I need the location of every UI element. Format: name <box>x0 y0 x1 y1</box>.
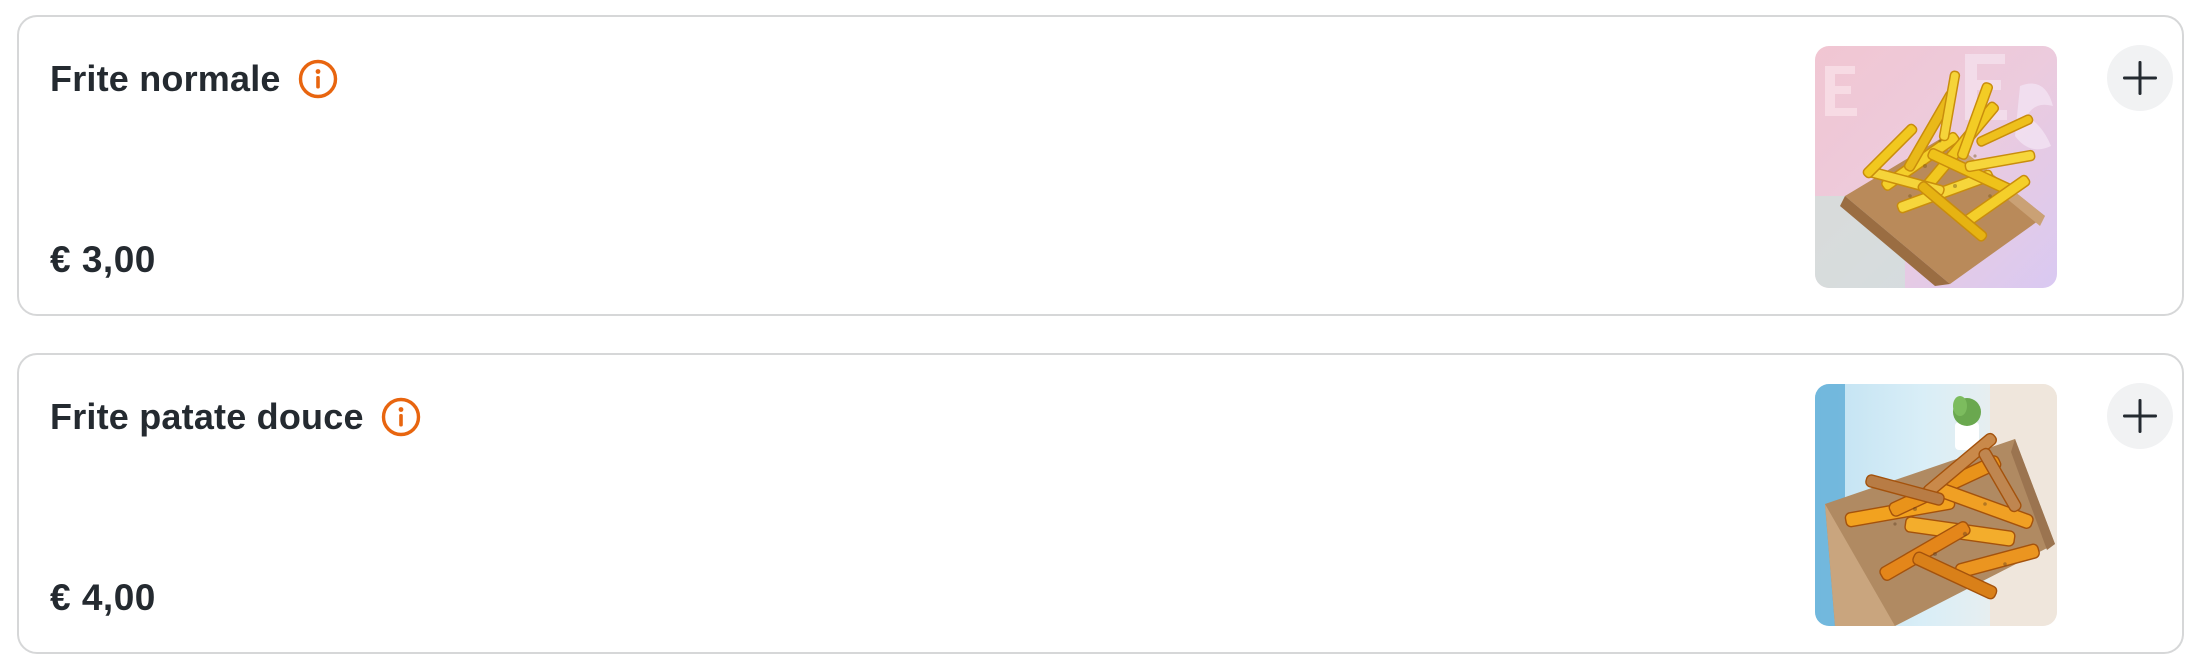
product-title-row: Frite patate douce <box>50 391 422 443</box>
product-name: Frite normale <box>50 58 281 99</box>
product-card[interactable]: Frite patate douce € 4,00 <box>17 353 2184 654</box>
product-name: Frite patate douce <box>50 396 364 437</box>
plus-icon <box>2123 61 2157 95</box>
product-price: € 3,00 <box>50 239 156 280</box>
product-card[interactable]: Frite normale € 3,00 <box>17 15 2184 316</box>
sweet-potato-fries-photo[interactable] <box>1815 384 2057 626</box>
add-button[interactable] <box>2107 45 2173 111</box>
fries-photo[interactable] <box>1815 46 2057 288</box>
info-icon[interactable] <box>380 396 422 438</box>
plus-icon <box>2123 399 2157 433</box>
product-price: € 4,00 <box>50 577 156 618</box>
add-button[interactable] <box>2107 383 2173 449</box>
info-icon[interactable] <box>297 58 339 100</box>
product-title-row: Frite normale <box>50 53 339 105</box>
